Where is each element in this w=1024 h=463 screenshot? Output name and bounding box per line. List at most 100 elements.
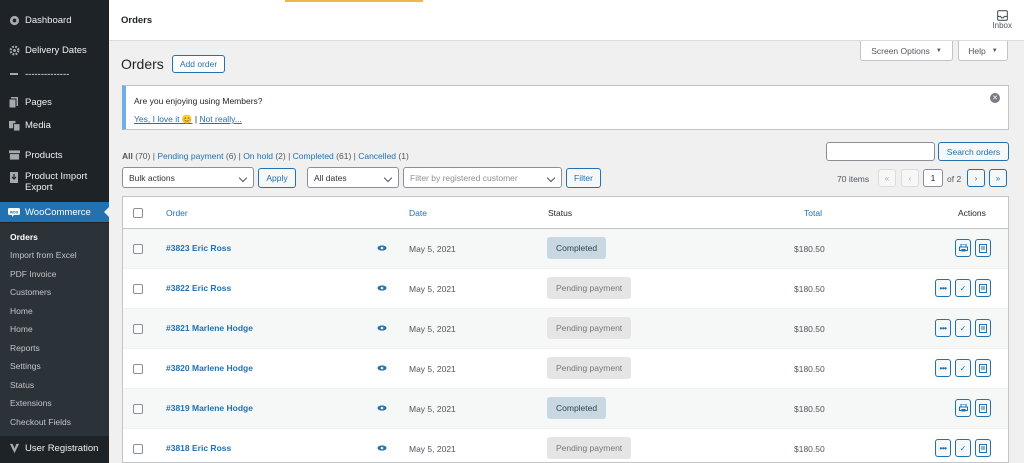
inbox-icon bbox=[992, 10, 1012, 21]
inbox-button[interactable]: Inbox bbox=[992, 10, 1012, 30]
column-order-header[interactable]: Order bbox=[166, 208, 188, 218]
filter-completed[interactable]: Completed (61) bbox=[293, 151, 352, 161]
column-total-header[interactable]: Total bbox=[804, 208, 822, 218]
sidebar-item-user-registration[interactable]: User Registration bbox=[0, 441, 109, 455]
preview-eye-icon[interactable] bbox=[377, 364, 387, 372]
search-input[interactable] bbox=[826, 142, 935, 161]
order-link[interactable]: #3822 Eric Ross bbox=[166, 283, 231, 293]
table-row[interactable]: #3822 Eric Ross May 5, 2021 Pending paymen… bbox=[123, 269, 1008, 309]
submenu-item-pdf-invoice[interactable]: PDF Invoice bbox=[0, 269, 109, 279]
row-checkbox[interactable] bbox=[133, 284, 143, 294]
submenu-item-extensions[interactable]: Extensions bbox=[0, 398, 109, 408]
dates-select[interactable]: All dates bbox=[307, 167, 399, 188]
order-link[interactable]: #3820 Marlene Hodge bbox=[166, 363, 253, 373]
sidebar-item-product-import-export[interactable]: Product Import Export bbox=[0, 171, 109, 195]
complete-order-button[interactable]: ✓ bbox=[955, 439, 971, 457]
row-checkbox[interactable] bbox=[133, 404, 143, 414]
processing-button[interactable]: ••• bbox=[935, 439, 951, 457]
table-row[interactable]: #3823 Eric Ross May 5, 2021 Completed $180.… bbox=[123, 229, 1008, 269]
table-row[interactable]: #3820 Marlene Hodge May 5, 2021 Pending pa… bbox=[123, 349, 1008, 389]
order-link[interactable]: #3819 Marlene Hodge bbox=[166, 403, 253, 413]
document-icon bbox=[979, 363, 987, 373]
invoice-document-button[interactable] bbox=[975, 239, 991, 257]
row-checkbox[interactable] bbox=[133, 324, 143, 334]
submenu-item-customers[interactable]: Customers bbox=[0, 287, 109, 297]
sidebar-item-media[interactable]: Media bbox=[0, 118, 109, 132]
invoice-document-button[interactable] bbox=[975, 399, 991, 417]
notice-yes-link[interactable]: Yes, I love it 😊 bbox=[134, 114, 193, 124]
sidebar-item-dashboard[interactable]: Dashboard bbox=[0, 13, 109, 27]
checkmark-icon: ✓ bbox=[959, 323, 967, 333]
help-button[interactable]: Help ▼ bbox=[958, 41, 1008, 61]
preview-eye-icon[interactable] bbox=[377, 404, 387, 412]
filter-on-hold[interactable]: On hold (2) bbox=[243, 151, 286, 161]
print-invoice-button[interactable] bbox=[955, 239, 971, 257]
filter-pending-payment[interactable]: Pending payment (6) bbox=[157, 151, 236, 161]
bulk-actions-select[interactable]: Bulk actions bbox=[122, 167, 254, 188]
order-link[interactable]: #3821 Marlene Hodge bbox=[166, 323, 253, 333]
current-page-input[interactable]: 1 bbox=[923, 169, 943, 187]
caret-down-icon: ▼ bbox=[935, 47, 942, 54]
filter-separator: | bbox=[351, 151, 359, 161]
sidebar-item-delivery-dates[interactable]: Delivery Dates bbox=[0, 43, 109, 57]
order-link[interactable]: #3818 Eric Ross bbox=[166, 443, 231, 453]
submenu-item-home[interactable]: Home bbox=[0, 306, 109, 316]
processing-button[interactable]: ••• bbox=[935, 359, 951, 377]
processing-button[interactable]: ••• bbox=[935, 319, 951, 337]
preview-eye-icon[interactable] bbox=[377, 244, 387, 252]
screen-options-button[interactable]: Screen Options ▼ bbox=[860, 41, 953, 61]
print-invoice-button[interactable] bbox=[955, 399, 971, 417]
next-page-button[interactable]: › bbox=[967, 169, 985, 187]
first-page-button[interactable]: « bbox=[878, 169, 896, 187]
last-page-button[interactable]: » bbox=[989, 169, 1007, 187]
import-icon bbox=[8, 171, 20, 183]
submenu-item-import-from-excel[interactable]: Import from Excel bbox=[0, 250, 109, 260]
submenu-item-settings[interactable]: Settings bbox=[0, 361, 109, 371]
filter-all[interactable]: All (70) bbox=[122, 151, 150, 161]
row-checkbox[interactable] bbox=[133, 244, 143, 254]
invoice-document-button[interactable] bbox=[975, 359, 991, 377]
table-row[interactable]: #3819 Marlene Hodge May 5, 2021 Completed $… bbox=[123, 389, 1008, 429]
more-dots-icon: ••• bbox=[939, 323, 947, 333]
order-total: $180.50 bbox=[794, 364, 825, 374]
sidebar-item-woocommerce[interactable]: woo WooCommerce bbox=[0, 202, 109, 222]
submenu-item-status[interactable]: Status bbox=[0, 380, 109, 390]
sidebar-separator-item[interactable]: -------------- bbox=[0, 67, 109, 81]
more-dots-icon: ••• bbox=[939, 283, 947, 293]
processing-button[interactable]: ••• bbox=[935, 279, 951, 297]
search-orders-button[interactable]: Search orders bbox=[938, 142, 1009, 161]
submenu-item-home-2[interactable]: Home bbox=[0, 324, 109, 334]
sidebar-item-products[interactable]: Products bbox=[0, 148, 109, 162]
invoice-document-button[interactable] bbox=[975, 319, 991, 337]
filter-button[interactable]: Filter bbox=[566, 168, 601, 188]
row-checkbox[interactable] bbox=[133, 364, 143, 374]
complete-order-button[interactable]: ✓ bbox=[955, 359, 971, 377]
customer-filter-select[interactable]: Filter by registered customer bbox=[403, 167, 562, 188]
table-row[interactable]: #3821 Marlene Hodge May 5, 2021 Pending pa… bbox=[123, 309, 1008, 349]
submenu-item-orders[interactable]: Orders bbox=[0, 232, 109, 242]
filter-cancelled[interactable]: Cancelled (1) bbox=[358, 151, 409, 161]
invoice-document-button[interactable] bbox=[975, 279, 991, 297]
invoice-document-button[interactable] bbox=[975, 439, 991, 457]
select-all-checkbox[interactable] bbox=[133, 208, 143, 218]
preview-eye-icon[interactable] bbox=[377, 324, 387, 332]
notice-no-link[interactable]: Not really... bbox=[199, 114, 241, 124]
prev-page-button[interactable]: ‹ bbox=[901, 169, 919, 187]
sidebar-item-label: Dashboard bbox=[25, 14, 72, 26]
row-checkbox[interactable] bbox=[133, 444, 143, 454]
complete-order-button[interactable]: ✓ bbox=[955, 319, 971, 337]
close-icon[interactable]: ✕ bbox=[990, 93, 1000, 103]
add-order-button[interactable]: Add order bbox=[172, 55, 225, 73]
order-link[interactable]: #3823 Eric Ross bbox=[166, 243, 231, 253]
column-date-header[interactable]: Date bbox=[409, 208, 427, 218]
sidebar-item-pages[interactable]: Pages bbox=[0, 95, 109, 109]
apply-button[interactable]: Apply bbox=[258, 168, 296, 188]
submenu-item-checkout-fields[interactable]: Checkout Fields bbox=[0, 417, 109, 427]
filter-separator: | bbox=[150, 151, 158, 161]
submenu-item-reports[interactable]: Reports bbox=[0, 343, 109, 353]
preview-eye-icon[interactable] bbox=[377, 444, 387, 452]
order-date: May 5, 2021 bbox=[409, 244, 456, 254]
table-row[interactable]: #3818 Eric Ross May 5, 2021 Pending paymen… bbox=[123, 429, 1008, 463]
complete-order-button[interactable]: ✓ bbox=[955, 279, 971, 297]
preview-eye-icon[interactable] bbox=[377, 284, 387, 292]
